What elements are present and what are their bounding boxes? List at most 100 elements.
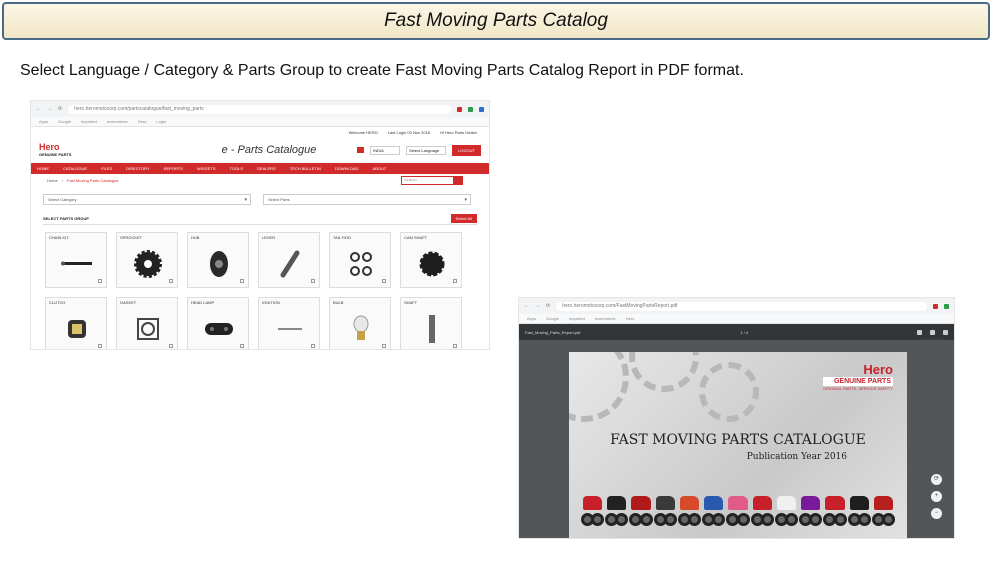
bookmark[interactable]: ecommerce: [595, 316, 616, 321]
bookmark[interactable]: Apps: [527, 316, 536, 321]
back-icon[interactable]: ←: [524, 303, 529, 309]
part-checkbox[interactable]: [98, 279, 102, 283]
cover-title: FAST MOVING PARTS CATALOGUE: [610, 432, 866, 448]
part-card[interactable]: HEAD LAMP: [187, 297, 249, 349]
fit-page-button[interactable]: ⟳: [931, 474, 942, 485]
bookmark[interactable]: Google: [58, 119, 71, 124]
part-checkbox[interactable]: [453, 344, 457, 348]
pdf-filename: Fast_Moving_Parts_Report.pdf: [525, 329, 581, 335]
nav-item[interactable]: TOOLS: [230, 166, 244, 171]
extension-icon[interactable]: [944, 303, 949, 309]
hero-logo[interactable]: Hero GENUINE PARTS: [39, 143, 72, 158]
flag-icon: [357, 147, 365, 153]
zoom-in-button[interactable]: +: [931, 491, 942, 502]
zoom-controls: ⟳ + −: [931, 474, 942, 519]
nav-item[interactable]: DOWNLOAD: [335, 166, 359, 171]
part-card[interactable]: LEVER: [258, 232, 320, 288]
rotate-icon[interactable]: [917, 329, 922, 335]
nav-item[interactable]: CATALOGUE: [63, 166, 87, 171]
parts-select[interactable]: Select Parts: [263, 194, 471, 205]
breadcrumb-home[interactable]: Home: [47, 178, 58, 183]
parts-grid: CHAIN KIT SPROCKET HUB LEVER TAIL ROD CA…: [31, 225, 489, 349]
cam-gear-icon: [415, 247, 449, 281]
forward-icon[interactable]: →: [47, 106, 52, 112]
part-card[interactable]: SPROCKET: [116, 232, 178, 288]
part-card[interactable]: CLUTCH: [45, 297, 107, 349]
lever-icon: [273, 247, 307, 281]
bookmark[interactable]: Login: [156, 119, 166, 124]
chain-kit-icon: [60, 247, 94, 281]
breadcrumb: Home › Fast Moving Parts Catalogue Searc…: [31, 174, 489, 186]
print-icon[interactable]: [943, 329, 948, 335]
address-bar[interactable]: hero.heromotocorp.com/partscatalogue/fas…: [68, 104, 451, 114]
bookmark[interactable]: Apps: [39, 119, 48, 124]
bookmark[interactable]: Google: [546, 316, 559, 321]
extension-icon[interactable]: [933, 303, 938, 309]
search-icon[interactable]: [453, 176, 462, 184]
gasket-icon: [131, 312, 165, 346]
part-checkbox[interactable]: [169, 344, 173, 348]
pdf-viewer[interactable]: Hero GENUINE PARTS ORIGINAL PARTS, SERIO…: [519, 340, 954, 538]
extension-icon[interactable]: [457, 106, 462, 112]
part-card[interactable]: HUB: [187, 232, 249, 288]
cover-year: Publication Year 2016: [746, 452, 847, 462]
bookmark[interactable]: Imported: [81, 119, 97, 124]
nav-item[interactable]: ABOUT: [372, 166, 386, 171]
clutch-icon: [60, 312, 94, 346]
parts-group-header: SELECT PARTS GROUP Select All: [43, 213, 477, 225]
slide-subtitle: Select Language / Category & Parts Group…: [20, 62, 744, 79]
reload-icon[interactable]: ⟳: [58, 106, 62, 112]
part-checkbox[interactable]: [240, 344, 244, 348]
extension-icon[interactable]: [468, 106, 473, 112]
logout-button[interactable]: LOGOUT: [452, 144, 481, 156]
download-icon[interactable]: [930, 329, 935, 335]
pdf-cover-page: Hero GENUINE PARTS ORIGINAL PARTS, SERIO…: [569, 352, 907, 538]
part-checkbox[interactable]: [311, 344, 315, 348]
forward-icon[interactable]: →: [535, 303, 540, 309]
bookmark[interactable]: Hero: [626, 316, 635, 321]
address-bar[interactable]: hero.heromotocorp.com/FastMovingPartsRep…: [556, 301, 927, 311]
browser-toolbar: ← → ⟳ hero.heromotocorp.com/partscatalog…: [31, 101, 489, 117]
main-nav: HOME CATALOGUE FILES DIRECTORY REPORTS W…: [31, 163, 489, 174]
pdf-toolbar: Fast_Moving_Parts_Report.pdf 1 / 4: [519, 324, 954, 340]
part-checkbox[interactable]: [240, 279, 244, 283]
bookmark[interactable]: Hero: [138, 119, 147, 124]
nav-item[interactable]: REPORTS: [164, 166, 183, 171]
reload-icon[interactable]: ⟳: [546, 303, 550, 309]
part-card[interactable]: GASKET: [116, 297, 178, 349]
part-checkbox[interactable]: [311, 279, 315, 283]
extension-icon[interactable]: [479, 106, 484, 112]
lamp-icon: [202, 312, 236, 346]
part-card[interactable]: BULB: [329, 297, 391, 349]
pin-icon: [273, 312, 307, 346]
chevron-right-icon: ›: [61, 177, 64, 183]
region-select[interactable]: INDIA: [370, 145, 401, 155]
part-checkbox[interactable]: [453, 279, 457, 283]
part-card[interactable]: IGNITION: [258, 297, 320, 349]
select-all-button[interactable]: Select All: [450, 214, 477, 223]
nav-item[interactable]: DIRECTORY: [126, 166, 149, 171]
part-card[interactable]: CAM SHAFT: [400, 232, 462, 288]
nav-item[interactable]: FILES: [101, 166, 112, 171]
bookmark[interactable]: Imported: [569, 316, 585, 321]
part-checkbox[interactable]: [98, 344, 102, 348]
nav-item[interactable]: HOME: [37, 166, 49, 171]
nav-item[interactable]: DEALERS: [257, 166, 276, 171]
part-checkbox[interactable]: [169, 279, 173, 283]
app-title: e - Parts Catalogue: [221, 144, 317, 156]
part-checkbox[interactable]: [382, 279, 386, 283]
nav-item[interactable]: WIDGETS: [197, 166, 216, 171]
bookmark[interactable]: ecommerce: [107, 119, 128, 124]
slide-title: Fast Moving Parts Catalog: [384, 10, 608, 31]
part-card[interactable]: CHAIN KIT: [45, 232, 107, 288]
category-select[interactable]: Select Category: [43, 194, 251, 205]
zoom-out-button[interactable]: −: [931, 508, 942, 519]
search-input[interactable]: Search: [401, 175, 463, 185]
part-card[interactable]: SHAFT: [400, 297, 462, 349]
part-checkbox[interactable]: [382, 344, 386, 348]
part-card[interactable]: TAIL ROD: [329, 232, 391, 288]
bulb-icon: [344, 312, 378, 346]
nav-item[interactable]: TECH BULLETIN: [290, 166, 321, 171]
language-select[interactable]: Select Language: [406, 145, 447, 155]
back-icon[interactable]: ←: [36, 106, 41, 112]
